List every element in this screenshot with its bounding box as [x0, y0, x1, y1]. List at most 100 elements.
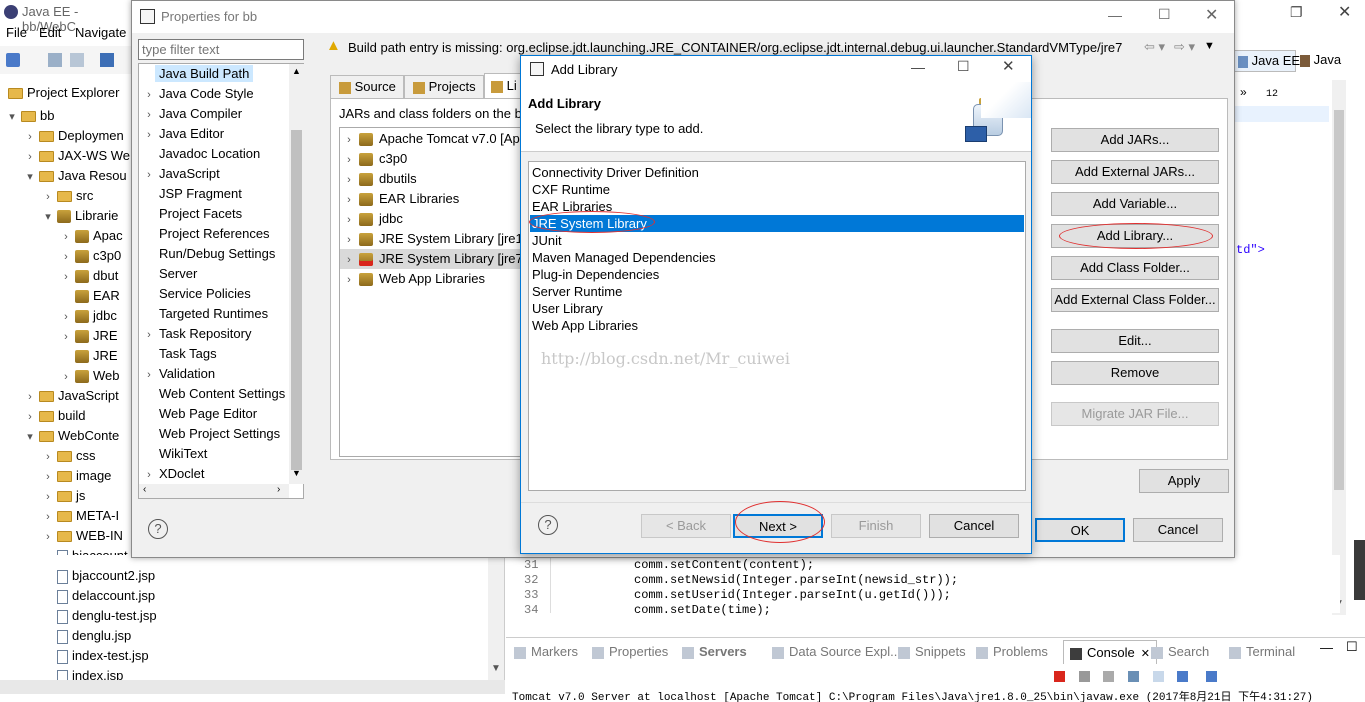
filter-input[interactable] [138, 39, 304, 60]
project-tree-item[interactable]: › image [42, 466, 111, 486]
close-tab-icon[interactable]: ✕ [1141, 648, 1150, 660]
view-menu-icon[interactable]: ▼ [1204, 40, 1215, 52]
perspective-java[interactable]: Java [1300, 50, 1341, 72]
properties-nav-item[interactable]: WikiText [139, 444, 289, 464]
expand-arrow-icon[interactable]: › [24, 387, 36, 407]
properties-nav-item[interactable]: › XDoclet [139, 464, 289, 484]
properties-minimize-icon[interactable]: — [1108, 7, 1122, 23]
back-nav-icon[interactable]: ⇦ ▾ [1144, 39, 1165, 55]
new-icon[interactable] [6, 53, 20, 67]
expand-arrow-icon[interactable]: › [42, 507, 54, 527]
add-library-close-icon[interactable]: ✕ [1002, 57, 1015, 75]
project-tree-item[interactable]: delaccount.jsp [42, 586, 155, 606]
project-tree-item[interactable]: › Web [60, 366, 120, 386]
menu-edit[interactable]: Edit [39, 25, 61, 40]
library-type-item[interactable]: Connectivity Driver Definition [530, 164, 1024, 181]
migrate-jar-button[interactable]: Migrate JAR File... [1051, 402, 1219, 426]
scroll-lock-icon[interactable] [1152, 671, 1164, 683]
expand-arrow-icon[interactable]: › [60, 247, 72, 267]
expand-arrow-icon[interactable]: ▾ [24, 167, 36, 187]
expand-arrow-icon[interactable]: › [42, 467, 54, 487]
save-all-icon[interactable] [70, 53, 84, 67]
expand-arrow-icon[interactable]: › [24, 147, 36, 167]
horizontal-scrollbar[interactable] [0, 680, 505, 694]
vertical-scrollbar-explorer[interactable]: ▼ [488, 555, 504, 680]
project-tree-item[interactable]: › css [42, 446, 95, 466]
project-tree-item[interactable]: › META-I [42, 506, 119, 526]
help-icon-properties[interactable]: ? [148, 519, 168, 539]
library-expand-icon[interactable]: › [343, 150, 355, 170]
add-library-maximize-icon[interactable]: ☐ [957, 58, 970, 75]
library-expand-icon[interactable]: › [343, 170, 355, 190]
project-tree-item[interactable]: ▾ WebConte [24, 426, 119, 446]
expand-arrow-icon[interactable]: › [42, 487, 54, 507]
expand-arrow-icon[interactable]: › [60, 307, 72, 327]
project-tree-item[interactable]: ▾ Java Resou [24, 166, 126, 187]
project-tree-item[interactable]: denglu-test.jsp [42, 606, 157, 626]
expand-arrow-icon[interactable]: ▾ [24, 427, 36, 447]
library-entry[interactable]: › JRE System Library [jre1 [340, 229, 528, 249]
nav-scroll-right-icon[interactable]: › [277, 484, 280, 495]
properties-nav-item[interactable]: Web Page Editor [139, 404, 289, 424]
tab-overflow-icon[interactable]: » [1240, 85, 1247, 99]
nav-expand-icon[interactable]: › [143, 325, 155, 345]
editor-vscroll-thumb[interactable] [1334, 110, 1344, 490]
project-tree-item[interactable]: › dbut [60, 266, 118, 286]
add-class-folder-button[interactable]: Add Class Folder... [1051, 256, 1219, 280]
project-tree-item[interactable]: › JRE [60, 326, 118, 346]
library-expand-icon[interactable]: › [343, 190, 355, 210]
editor-tab-count[interactable]: 12 [1266, 89, 1278, 100]
tab-search[interactable]: Search [1151, 640, 1209, 664]
nav-expand-icon[interactable]: › [143, 105, 155, 125]
properties-cancel-button[interactable]: Cancel [1133, 518, 1223, 542]
tab-libraries[interactable]: Li [484, 73, 524, 99]
library-type-item[interactable]: JUnit [530, 232, 1024, 249]
ok-button[interactable]: OK [1035, 518, 1125, 542]
console-tool-icon[interactable] [100, 53, 114, 67]
expand-arrow-icon[interactable]: ▾ [6, 107, 18, 127]
properties-nav-item[interactable]: › Java Compiler [139, 104, 289, 124]
perspective-javaee[interactable]: Java EE [1234, 50, 1300, 72]
properties-nav-item[interactable]: Project References [139, 224, 289, 244]
tab-data-source[interactable]: Data Source Expl... [772, 640, 901, 664]
scroll-down-icon[interactable]: ▼ [491, 663, 501, 674]
finish-button[interactable]: Finish [831, 514, 921, 538]
project-tree-item[interactable]: JRE [60, 346, 118, 366]
maximize-panel-icon[interactable]: ☐ [1346, 639, 1358, 655]
properties-nav-item[interactable]: › Task Repository [139, 324, 289, 344]
menu-file[interactable]: File [6, 25, 27, 40]
properties-nav-item[interactable]: Javadoc Location [139, 144, 289, 164]
library-type-item[interactable]: CXF Runtime [530, 181, 1024, 198]
properties-nav-item[interactable]: Web Content Settings [139, 384, 289, 404]
properties-nav-item[interactable]: Service Policies [139, 284, 289, 304]
library-entry[interactable]: › dbutils [340, 169, 528, 190]
properties-nav-item[interactable]: › Java Editor [139, 124, 289, 144]
tab-projects[interactable]: Projects [404, 75, 484, 99]
nav-scroll-thumb[interactable] [291, 130, 302, 470]
library-entry[interactable]: › EAR Libraries [340, 189, 528, 210]
help-icon-dialog[interactable]: ? [538, 515, 558, 535]
project-tree-item[interactable]: › js [42, 486, 85, 506]
nav-expand-icon[interactable]: › [143, 85, 155, 105]
remove-launch-icon[interactable] [1078, 671, 1090, 683]
project-explorer-tab[interactable]: Project Explorer [2, 82, 119, 104]
library-type-item[interactable]: User Library [530, 300, 1024, 317]
expand-arrow-icon[interactable]: › [42, 187, 54, 207]
library-expand-icon[interactable]: › [343, 270, 355, 290]
nav-expand-icon[interactable]: › [143, 125, 155, 145]
nav-scroll-down-icon[interactable]: ▼ [292, 468, 301, 478]
project-tree-item[interactable]: › Apac [60, 226, 123, 246]
properties-nav-item[interactable]: › Java Code Style [139, 84, 289, 104]
project-tree-item[interactable]: ▾ bb [6, 106, 54, 126]
add-external-class-folder-button[interactable]: Add External Class Folder... [1051, 288, 1219, 312]
project-tree-item[interactable]: denglu.jsp [42, 626, 131, 646]
remove-button[interactable]: Remove [1051, 361, 1219, 385]
remove-all-icon[interactable] [1103, 671, 1115, 683]
add-library-minimize-icon[interactable]: — [911, 59, 925, 75]
tab-properties[interactable]: Properties [592, 640, 668, 664]
properties-maximize-icon[interactable]: ☐ [1158, 6, 1171, 23]
apply-button[interactable]: Apply [1139, 469, 1229, 493]
project-tree-item[interactable]: index-test.jsp [42, 646, 149, 666]
pin-console-icon[interactable] [1177, 671, 1189, 683]
menu-navigate[interactable]: Navigate [75, 25, 126, 40]
